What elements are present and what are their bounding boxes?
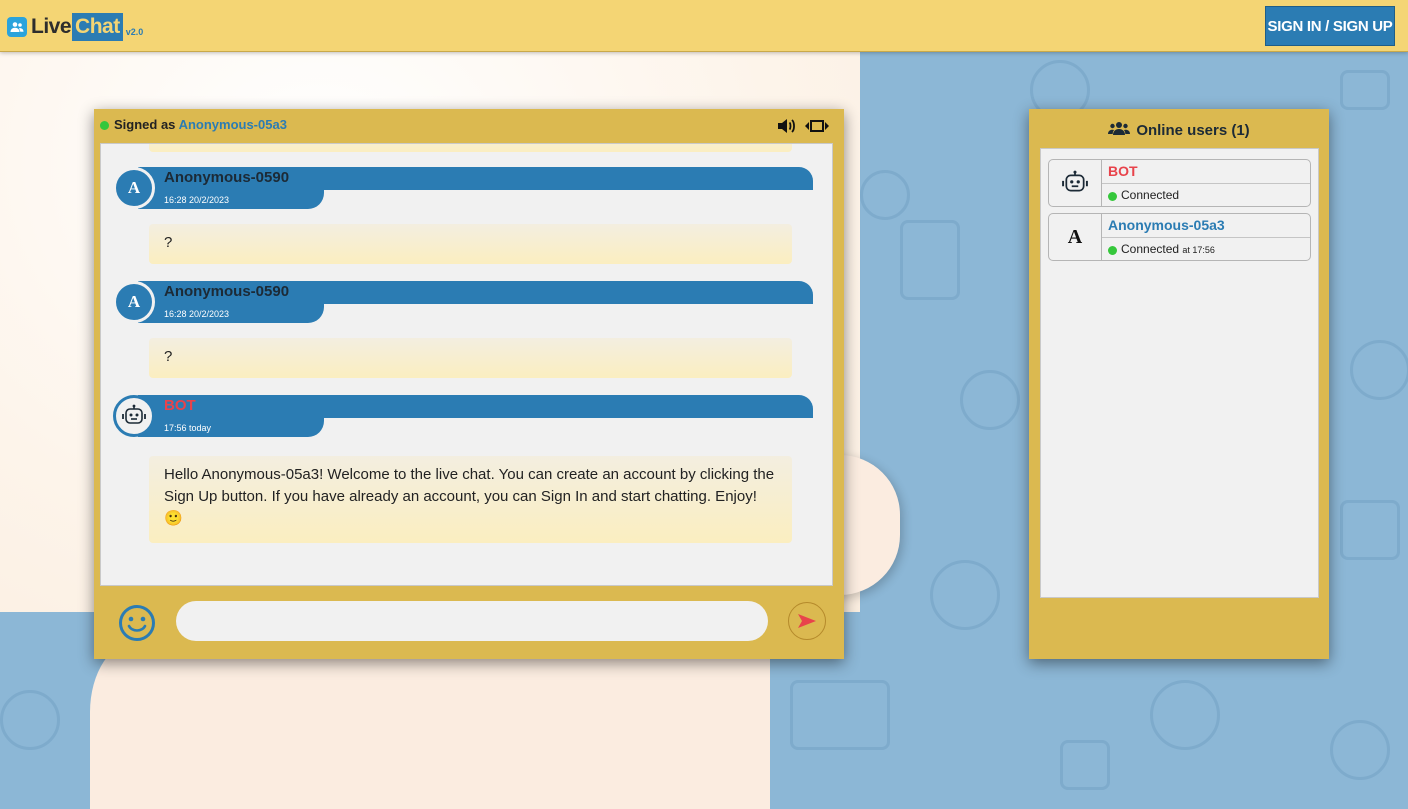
- message-header-bar: [138, 395, 813, 418]
- online-status-dot: [1108, 246, 1117, 255]
- signed-as-label: Signed as Anonymous-05a3: [114, 117, 287, 132]
- send-button[interactable]: [788, 602, 826, 640]
- avatar: A: [1049, 214, 1102, 260]
- chat-messages-area[interactable]: A Anonymous-0590 16:28 20/2/2023 ? A Ano…: [100, 143, 833, 586]
- sign-in-sign-up-button[interactable]: SIGN IN / SIGN UP: [1265, 6, 1395, 46]
- user-status-time: at 17:56: [1182, 245, 1215, 255]
- emoji-picker-icon[interactable]: [118, 604, 156, 642]
- message-bubble: ?: [149, 338, 792, 378]
- message-author[interactable]: Anonymous-0590: [164, 283, 289, 300]
- message-author[interactable]: Anonymous-0590: [164, 169, 289, 186]
- user-card-divider: [1102, 183, 1310, 184]
- message-bubble: ?: [149, 224, 792, 264]
- message-header: A Anonymous-0590 16:28 20/2/2023: [113, 167, 813, 211]
- chat-panel: Signed as Anonymous-05a3 A Anonymous-059…: [94, 109, 844, 659]
- expand-width-icon[interactable]: [805, 117, 831, 135]
- online-users-panel: Online users (1) BOT Connected A Anonymo…: [1029, 109, 1329, 659]
- background-cream-corner: [90, 640, 210, 809]
- user-name: BOT: [1108, 163, 1138, 179]
- online-users-list: BOT Connected A Anonymous-05a3 Connected…: [1040, 148, 1319, 598]
- message-input[interactable]: [176, 601, 768, 641]
- online-status-dot: [100, 121, 109, 130]
- user-status-text: Connected: [1121, 188, 1180, 202]
- send-icon: [798, 614, 816, 628]
- chat-header: Signed as Anonymous-05a3: [94, 109, 844, 141]
- user-status: Connected at 17:56: [1121, 242, 1215, 256]
- user-status: Connected: [1121, 188, 1179, 202]
- avatar[interactable]: A: [113, 167, 155, 209]
- logo-chat-text: Chat: [72, 13, 123, 41]
- robot-icon: [1049, 160, 1102, 206]
- top-navbar: Live Chat v2.0 SIGN IN / SIGN UP: [0, 0, 1408, 52]
- avatar[interactable]: A: [113, 281, 155, 323]
- message-timestamp: 16:28 20/2/2023: [164, 195, 230, 205]
- user-name: Anonymous-05a3: [1108, 217, 1225, 233]
- message-header: A Anonymous-0590 16:28 20/2/2023: [113, 281, 813, 325]
- signed-as-username[interactable]: Anonymous-05a3: [179, 117, 287, 132]
- users-icon: [1108, 121, 1131, 139]
- user-card-anonymous[interactable]: A Anonymous-05a3 Connected at 17:56: [1048, 213, 1311, 261]
- logo-live-text: Live: [31, 15, 72, 38]
- message-bubble: Hello Anonymous-05a3! Welcome to the liv…: [149, 456, 792, 543]
- online-status-dot: [1108, 192, 1117, 201]
- signed-as-prefix: Signed as: [114, 117, 176, 132]
- user-card-divider: [1102, 237, 1310, 238]
- user-card-bot[interactable]: BOT Connected: [1048, 159, 1311, 207]
- robot-icon[interactable]: [113, 395, 155, 437]
- users-logo-icon: [7, 17, 27, 37]
- message-timestamp: 17:56 today: [164, 423, 212, 433]
- logo-version: v2.0: [125, 27, 144, 37]
- previous-message-bubble: [149, 144, 792, 152]
- message-timestamp: 16:28 20/2/2023: [164, 309, 230, 319]
- message-header: BOT 17:56 today: [113, 395, 813, 439]
- user-status-text: Connected: [1121, 242, 1180, 256]
- volume-icon[interactable]: [777, 117, 799, 135]
- app-logo[interactable]: Live Chat v2.0: [7, 10, 143, 44]
- online-users-title-text: Online users (1): [1136, 121, 1250, 139]
- message-author[interactable]: BOT: [164, 397, 196, 414]
- chat-input-bar: [94, 589, 844, 659]
- online-users-title: Online users (1): [1029, 121, 1329, 139]
